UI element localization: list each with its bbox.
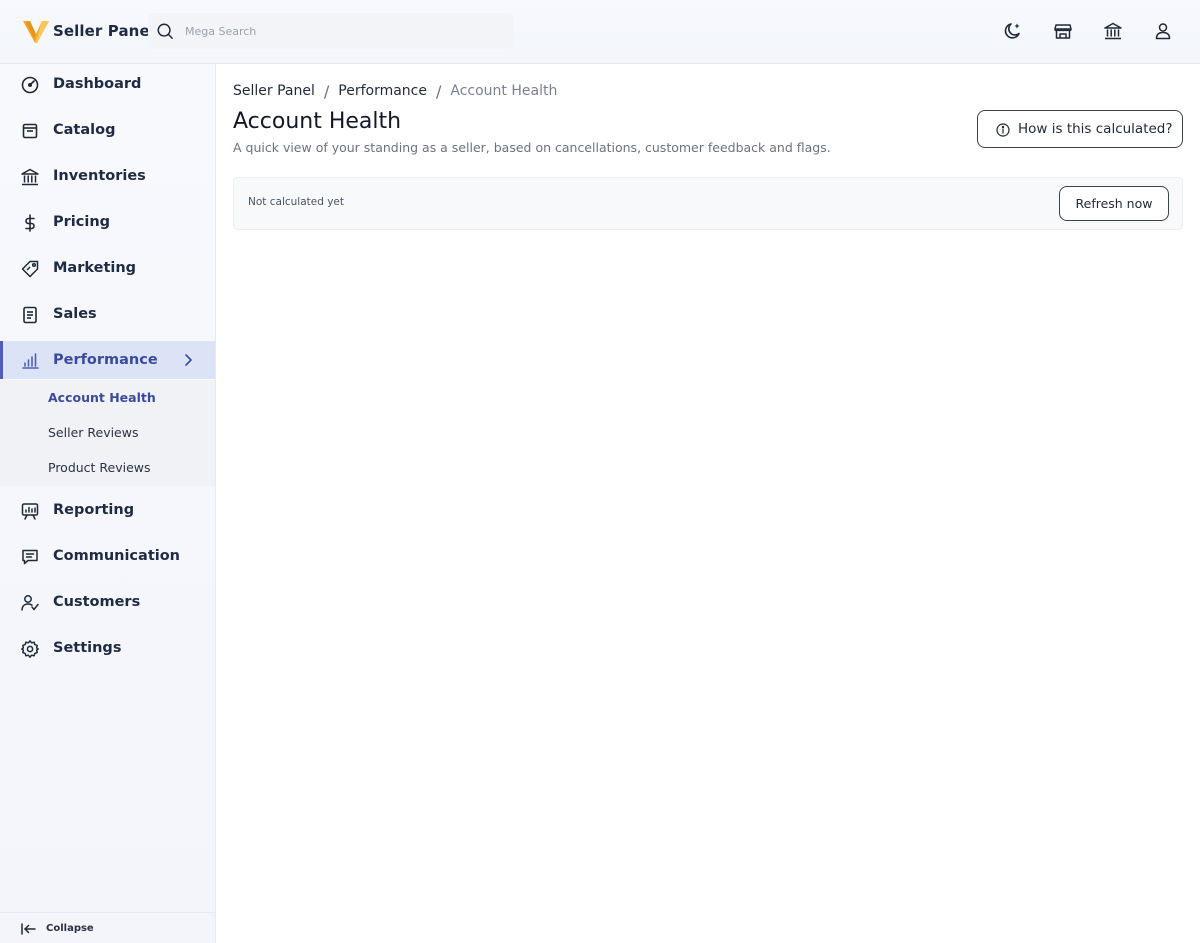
sidebar: Dashboard Catalog Inventories Pricing Ma… bbox=[0, 64, 216, 943]
breadcrumb-separator: / bbox=[323, 81, 330, 101]
breadcrumb-current: Account Health bbox=[450, 83, 558, 99]
sidebar-item-label: Settings bbox=[53, 640, 122, 656]
submenu-item-label: Seller Reviews bbox=[48, 425, 139, 440]
submenu-item-label: Account Health bbox=[48, 390, 156, 405]
storefront-button[interactable] bbox=[1052, 20, 1074, 42]
customers-icon bbox=[20, 593, 40, 613]
storefront-icon bbox=[1054, 24, 1072, 39]
sidebar-item-label: Customers bbox=[53, 594, 141, 610]
sidebar-item-reporting[interactable]: Reporting bbox=[0, 491, 215, 529]
receipt-icon bbox=[20, 305, 40, 325]
page-title: Account Health bbox=[233, 109, 402, 134]
sidebar-item-label: Dashboard bbox=[53, 76, 142, 92]
sidebar-item-label: Sales bbox=[53, 306, 97, 322]
mega-search[interactable] bbox=[148, 13, 514, 49]
submenu-item-product-reviews[interactable]: Product Reviews bbox=[0, 450, 215, 485]
chevron-right-icon bbox=[185, 354, 192, 366]
sidebar-item-catalog[interactable]: Catalog bbox=[0, 111, 215, 149]
page-subtitle: A quick view of your standing as a selle… bbox=[233, 140, 831, 155]
gear-icon bbox=[20, 639, 40, 659]
dashboard-icon bbox=[20, 75, 40, 95]
tag-icon bbox=[20, 259, 40, 279]
submenu-item-account-health[interactable]: Account Health bbox=[0, 380, 215, 415]
search-input[interactable] bbox=[185, 24, 505, 38]
top-header: Seller Panel bbox=[0, 0, 1200, 64]
catalog-icon bbox=[20, 121, 40, 141]
sidebar-item-inventories[interactable]: Inventories bbox=[0, 157, 215, 195]
dollar-icon bbox=[20, 213, 40, 233]
bank-button[interactable] bbox=[1102, 20, 1124, 42]
collapse-left-icon bbox=[21, 923, 36, 935]
sidebar-item-dashboard[interactable]: Dashboard bbox=[0, 65, 215, 103]
user-icon bbox=[1155, 23, 1171, 40]
moon-icon bbox=[1004, 23, 1020, 39]
brand[interactable]: Seller Panel bbox=[22, 17, 155, 45]
bank-icon bbox=[1104, 22, 1122, 40]
profile-button[interactable] bbox=[1152, 20, 1174, 42]
chat-icon bbox=[20, 547, 40, 567]
submenu-item-label: Product Reviews bbox=[48, 460, 151, 475]
theme-toggle-button[interactable] bbox=[1002, 20, 1024, 42]
how-calculated-button[interactable]: How is this calculated? bbox=[977, 110, 1183, 148]
sidebar-item-performance[interactable]: Performance bbox=[0, 341, 215, 379]
report-icon bbox=[20, 501, 40, 521]
sidebar-item-label: Inventories bbox=[53, 168, 146, 184]
status-text: Not calculated yet bbox=[248, 196, 345, 208]
performance-submenu: Account Health Seller Reviews Product Re… bbox=[0, 380, 215, 486]
sidebar-item-communication[interactable]: Communication bbox=[0, 537, 215, 575]
breadcrumb-section-link[interactable]: Performance bbox=[338, 83, 427, 99]
sidebar-item-settings[interactable]: Settings bbox=[0, 629, 215, 667]
breadcrumb-root-link[interactable]: Seller Panel bbox=[233, 83, 315, 99]
sidebar-item-customers[interactable]: Customers bbox=[0, 583, 215, 621]
collapse-sidebar-button[interactable]: Collapse bbox=[0, 912, 215, 943]
collapse-label: Collapse bbox=[46, 922, 94, 934]
breadcrumb: Seller Panel / Performance / Account Hea… bbox=[233, 81, 557, 101]
breadcrumb-separator: / bbox=[435, 81, 442, 101]
search-icon bbox=[157, 23, 173, 39]
sidebar-item-marketing[interactable]: Marketing bbox=[0, 249, 215, 287]
sidebar-item-label: Reporting bbox=[53, 502, 135, 518]
sidebar-item-label: Catalog bbox=[53, 122, 116, 138]
brand-name: Seller Panel bbox=[53, 22, 155, 40]
bar-chart-icon bbox=[20, 351, 40, 371]
account-health-status-card: Not calculated yet Refresh now bbox=[233, 177, 1183, 230]
sidebar-item-label: Marketing bbox=[53, 260, 137, 276]
warehouse-icon bbox=[20, 167, 40, 187]
refresh-now-button[interactable]: Refresh now bbox=[1059, 186, 1169, 221]
how-calculated-label: How is this calculated? bbox=[1018, 121, 1173, 137]
submenu-item-seller-reviews[interactable]: Seller Reviews bbox=[0, 415, 215, 450]
info-icon bbox=[996, 123, 1010, 137]
sidebar-item-label: Performance bbox=[53, 352, 158, 368]
brand-logo-icon bbox=[23, 21, 49, 43]
sidebar-item-label: Pricing bbox=[53, 214, 111, 230]
sidebar-item-sales[interactable]: Sales bbox=[0, 295, 215, 333]
sidebar-item-pricing[interactable]: Pricing bbox=[0, 203, 215, 241]
sidebar-item-label: Communication bbox=[53, 548, 181, 564]
